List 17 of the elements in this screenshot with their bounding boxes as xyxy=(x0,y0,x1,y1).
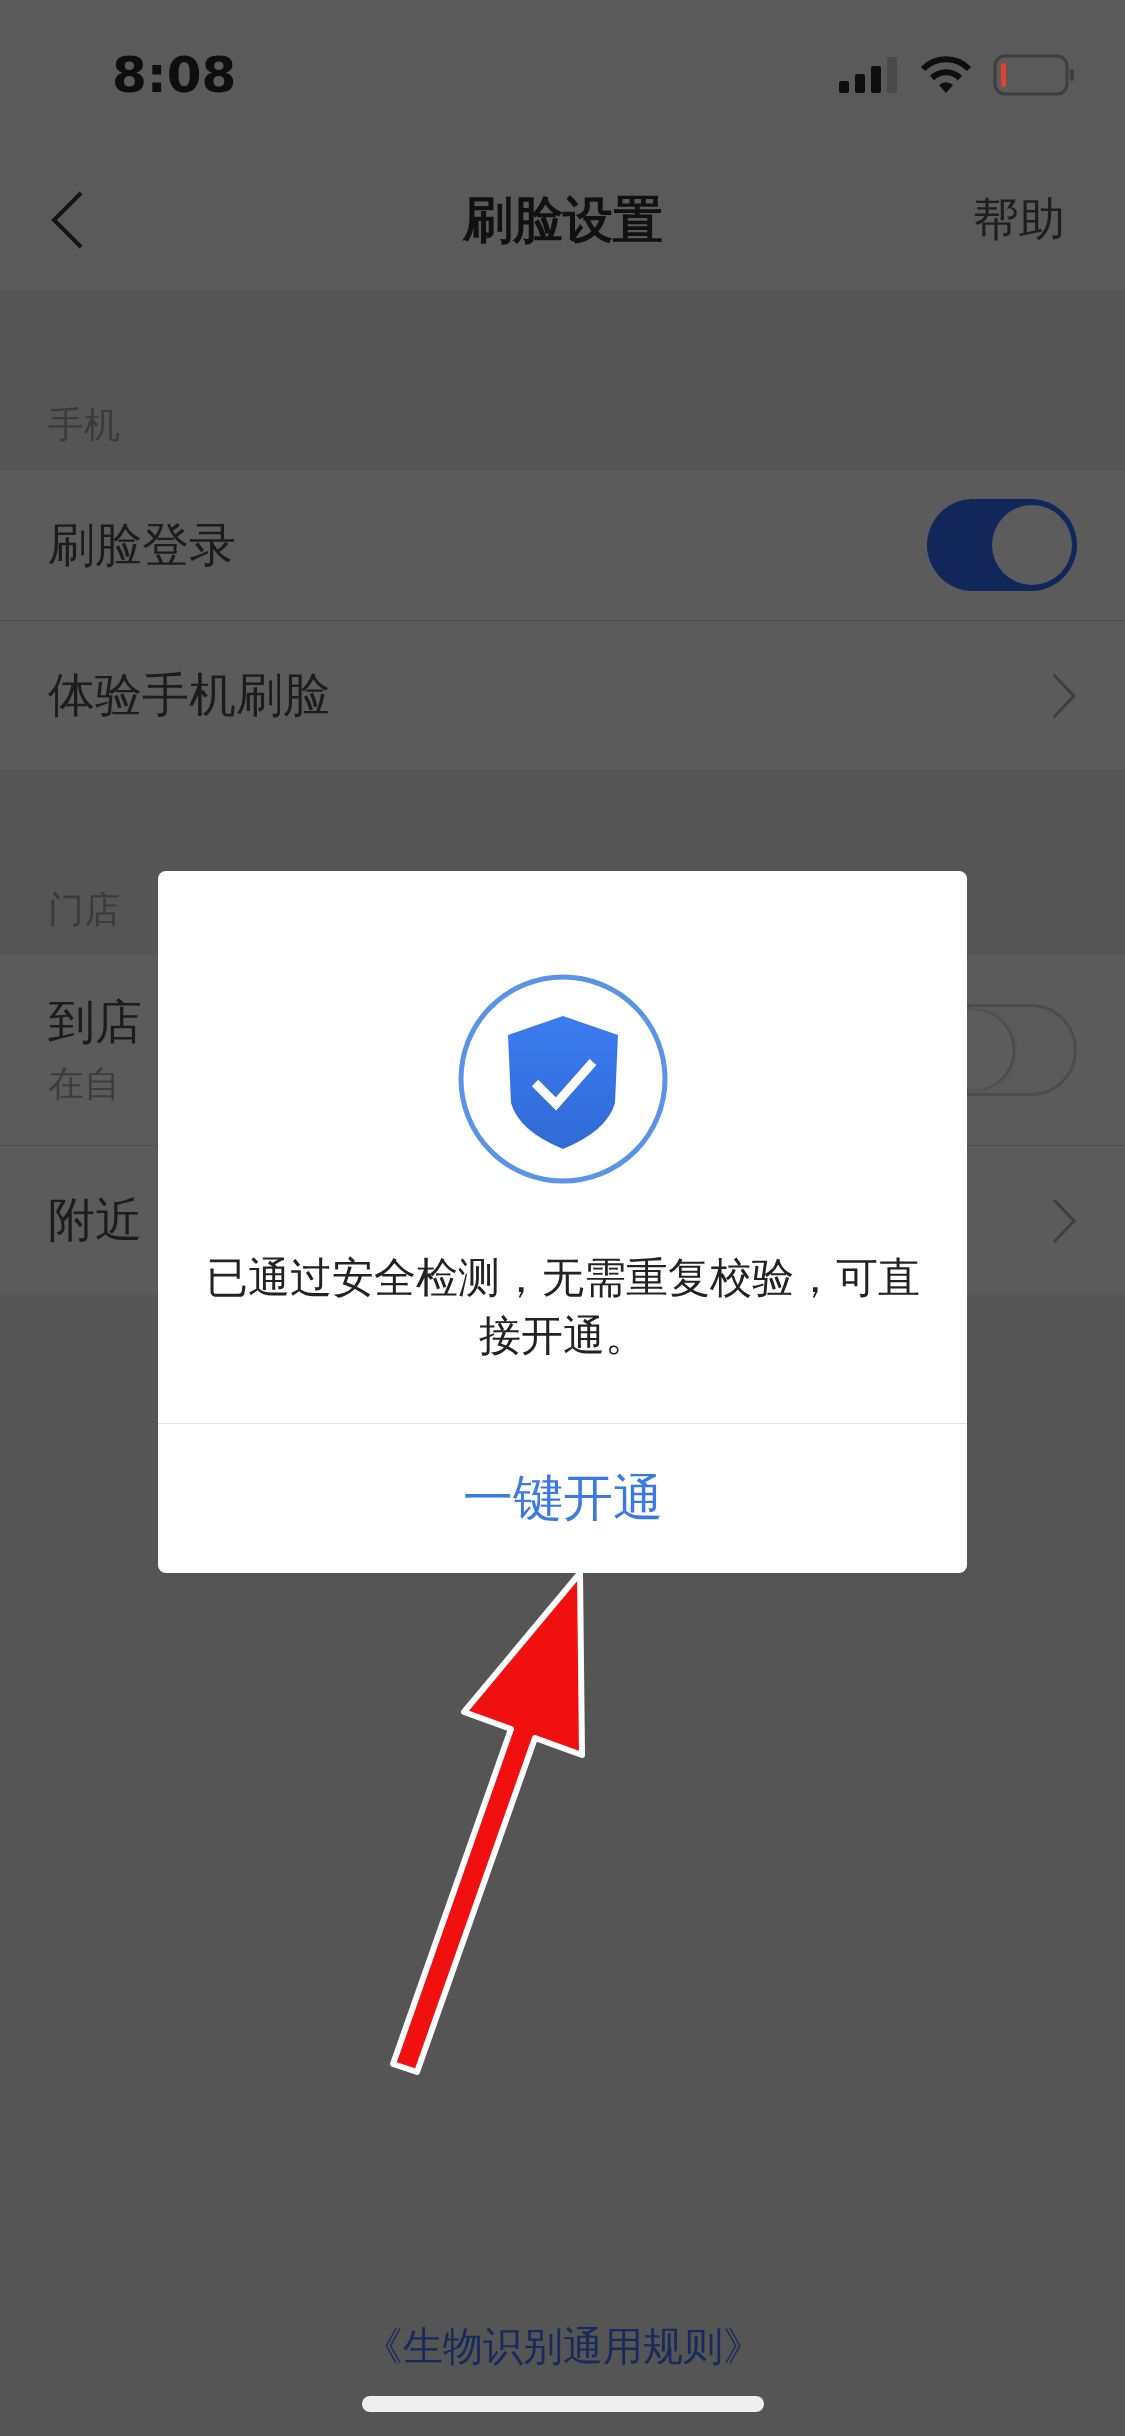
rules-link[interactable]: 《生物识别通用规则》 xyxy=(362,2319,763,2374)
help-link[interactable]: 帮助 xyxy=(973,189,1065,251)
status-time: 8:08 xyxy=(112,46,238,104)
page-title: 刷脸设置 xyxy=(462,190,663,249)
battery-icon xyxy=(993,54,1075,96)
chevron-right-icon xyxy=(1051,1196,1077,1245)
row-label[interactable]: 到店 xyxy=(48,991,142,1054)
row-label[interactable]: 附近 xyxy=(48,1189,142,1252)
enable-button[interactable]: 一键开通 xyxy=(158,1423,967,1573)
dialog-message: 已通过安全检测，无需重复校验，可直接开通。 xyxy=(204,1252,921,1362)
row-label[interactable]: 刷脸登录 xyxy=(48,513,236,577)
row-label[interactable]: 体验手机刷脸 xyxy=(48,664,330,727)
chevron-right-icon xyxy=(1051,671,1077,720)
back-icon[interactable] xyxy=(50,190,84,250)
shield-check-icon xyxy=(456,973,669,1185)
wifi-icon xyxy=(919,55,973,95)
signal-icon xyxy=(839,55,899,95)
